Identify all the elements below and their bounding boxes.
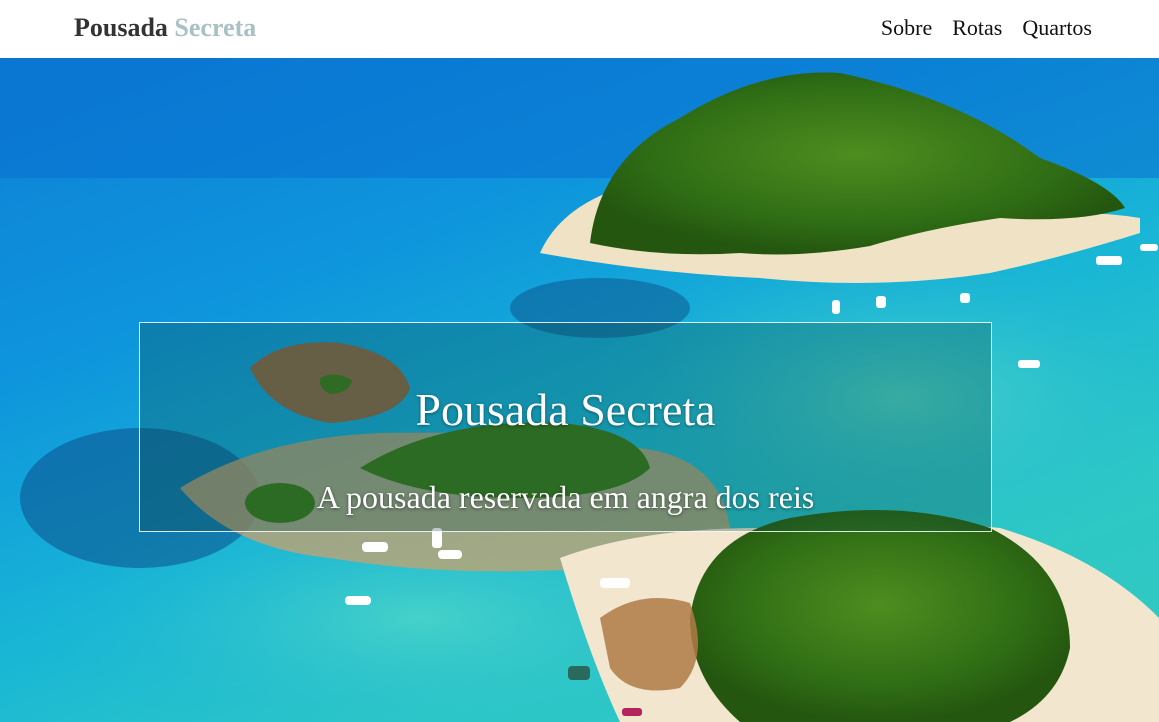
nav-link-quartos[interactable]: Quartos — [1022, 15, 1092, 41]
nav-link-rotas[interactable]: Rotas — [952, 15, 1002, 41]
nav-links: Sobre Rotas Quartos — [881, 15, 1092, 41]
nav-link-sobre[interactable]: Sobre — [881, 15, 932, 41]
hero-subtitle: A pousada reservada em angra dos reis — [316, 479, 815, 515]
brand-logo[interactable]: Pousada Secreta — [74, 13, 256, 43]
top-navbar: Pousada Secreta Sobre Rotas Quartos — [0, 0, 1159, 58]
brand-primary: Pousada — [74, 13, 168, 42]
hero-caption-box: Pousada Secreta A pousada reservada em a… — [139, 322, 992, 532]
hero-section: Pousada Secreta A pousada reservada em a… — [0, 58, 1159, 722]
brand-accent: Secreta — [174, 13, 257, 42]
hero-title: Pousada Secreta — [415, 384, 716, 435]
